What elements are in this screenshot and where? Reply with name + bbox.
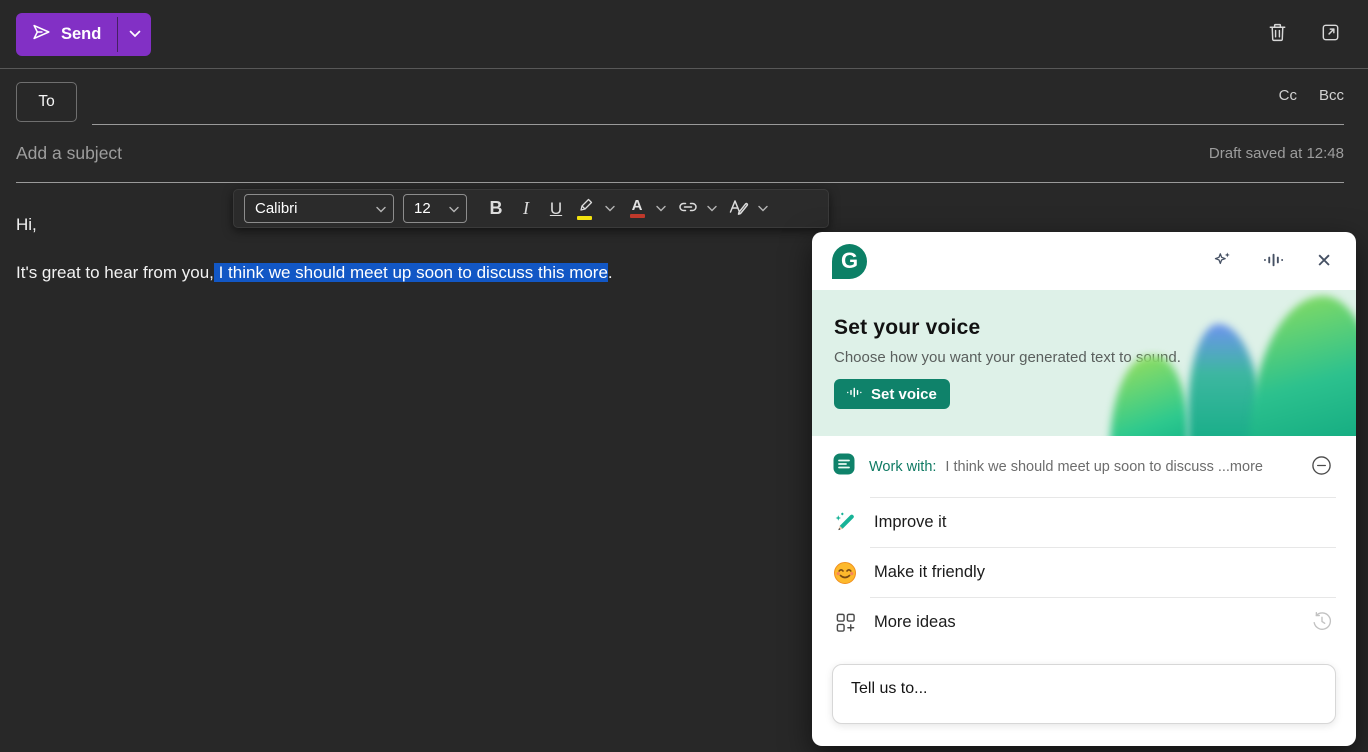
selected-text: I think we should meet up soon to discus… xyxy=(214,263,608,282)
action-make-it-friendly[interactable]: Make it friendly xyxy=(812,548,1356,597)
send-split-button[interactable]: Send xyxy=(16,13,151,56)
to-input[interactable]: Cc Bcc xyxy=(92,69,1344,125)
action-improve-it[interactable]: Improve it xyxy=(812,498,1356,547)
subject-input[interactable]: Add a subject xyxy=(16,143,122,164)
font-family-select[interactable]: Calibri xyxy=(244,194,394,223)
selection-icon xyxy=(832,452,856,481)
body-text: It's great to hear from you, xyxy=(16,263,214,282)
recipients-row: To Cc Bcc xyxy=(0,69,1368,125)
pencil-sparkle-icon xyxy=(832,510,858,535)
voice-button[interactable] xyxy=(1260,248,1289,275)
send-icon xyxy=(30,21,52,48)
history-clock-icon xyxy=(1312,611,1332,634)
set-voice-banner: Set your voice Choose how you want your … xyxy=(812,290,1356,436)
banner-gradient-decoration xyxy=(1110,356,1188,436)
font-size-value: 12 xyxy=(414,200,431,217)
prompt-input[interactable]: Tell us to... xyxy=(832,664,1336,724)
font-color-swatch xyxy=(630,214,645,218)
font-color-chevron[interactable] xyxy=(652,194,669,224)
voice-waveform-icon xyxy=(1264,252,1285,271)
work-with-row[interactable]: Work with: I think we should meet up soo… xyxy=(812,436,1356,497)
grammarly-header: G ✕ xyxy=(812,232,1356,290)
format-pen-icon xyxy=(728,198,750,219)
link-chevron[interactable] xyxy=(703,194,720,224)
action-label: Improve it xyxy=(874,513,1336,532)
subject-row: Add a subject Draft saved at 12:48 xyxy=(16,125,1344,183)
format-toolbar: Calibri 12 B I U A xyxy=(233,189,829,228)
draft-saved-status: Draft saved at 12:48 xyxy=(1209,145,1344,162)
body-text-suffix: . xyxy=(608,263,613,282)
highlight-color-button[interactable] xyxy=(571,194,601,224)
bold-button[interactable]: B xyxy=(481,194,511,224)
more-formatting-button[interactable] xyxy=(724,194,754,224)
chevron-down-icon xyxy=(449,200,459,217)
discard-draft-button[interactable] xyxy=(1262,17,1293,51)
font-size-select[interactable]: 12 xyxy=(403,194,467,223)
font-family-value: Calibri xyxy=(255,200,298,217)
highlighter-icon xyxy=(577,197,595,220)
close-icon: ✕ xyxy=(1316,252,1332,271)
to-button[interactable]: To xyxy=(16,82,77,122)
trash-icon xyxy=(1266,21,1289,47)
action-label: Make it friendly xyxy=(874,563,1336,582)
font-color-icon: A xyxy=(630,199,645,218)
grammarly-panel: G ✕ Set your v xyxy=(812,232,1356,746)
chevron-down-icon xyxy=(376,200,386,217)
bold-icon: B xyxy=(490,198,503,219)
close-button[interactable]: ✕ xyxy=(1312,248,1336,275)
work-with-text: I think we should meet up soon to discus… xyxy=(945,459,1307,475)
italic-icon: I xyxy=(523,198,529,219)
open-in-new-window-button[interactable] xyxy=(1315,17,1346,51)
prompt-placeholder: Tell us to... xyxy=(851,680,927,697)
smiley-icon xyxy=(832,561,858,585)
grammarly-header-icons: ✕ xyxy=(1208,245,1336,277)
underline-icon: U xyxy=(550,199,562,219)
underline-button[interactable]: U xyxy=(541,194,571,224)
cc-button[interactable]: Cc xyxy=(1279,87,1297,104)
link-icon xyxy=(677,200,699,217)
send-options-chevron[interactable] xyxy=(118,13,151,56)
body-line: It's great to hear from you, I think we … xyxy=(16,262,796,284)
set-voice-button[interactable]: Set voice xyxy=(834,379,950,409)
more-formatting-chevron[interactable] xyxy=(754,194,771,224)
more-ideas-grid-icon xyxy=(832,612,858,633)
bcc-button[interactable]: Bcc xyxy=(1319,87,1344,104)
send-button[interactable]: Send xyxy=(16,13,117,56)
compose-toolbar: Send xyxy=(0,0,1368,69)
highlight-swatch xyxy=(577,216,592,220)
minus-circle-icon xyxy=(1311,455,1332,479)
action-more-ideas[interactable]: More ideas xyxy=(812,598,1356,647)
set-voice-button-label: Set voice xyxy=(871,386,937,403)
action-label: More ideas xyxy=(874,613,1308,632)
voice-waveform-icon xyxy=(847,386,863,403)
highlight-color-chevron[interactable] xyxy=(601,194,618,224)
grammarly-logo[interactable]: G xyxy=(832,244,867,279)
compose-toolbar-right xyxy=(1262,17,1346,51)
send-button-label: Send xyxy=(61,25,101,44)
collapse-selection-button[interactable] xyxy=(1307,451,1336,483)
font-color-button[interactable]: A xyxy=(622,194,652,224)
insert-link-button[interactable] xyxy=(673,194,703,224)
sparkle-icon xyxy=(1212,249,1233,273)
chevron-down-icon xyxy=(129,25,141,43)
work-with-label: Work with: xyxy=(869,459,936,475)
compose-window: Send To Cc xyxy=(0,0,1368,752)
history-button[interactable] xyxy=(1308,607,1336,638)
open-in-new-window-icon xyxy=(1319,21,1342,47)
suggestions-button[interactable] xyxy=(1208,245,1237,277)
italic-button[interactable]: I xyxy=(511,194,541,224)
